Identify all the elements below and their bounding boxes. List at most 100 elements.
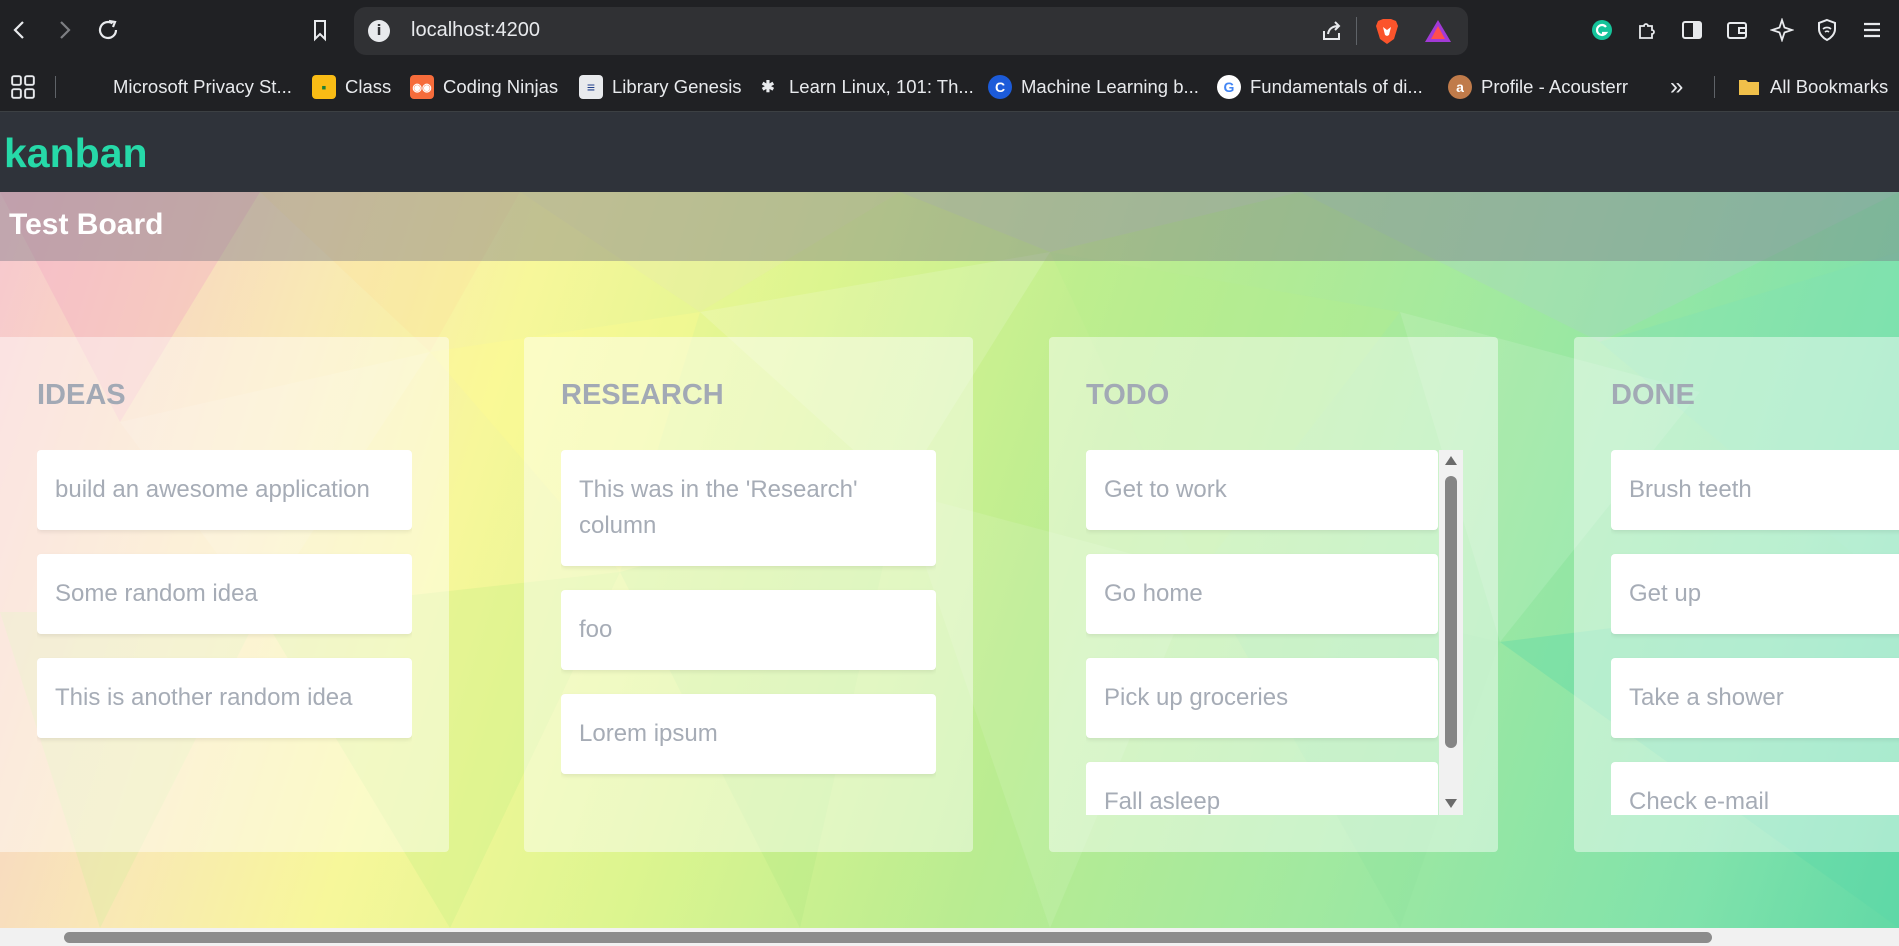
bookmark-label: Fundamentals of di... [1250,76,1423,97]
folder-icon [1737,75,1761,99]
card-text: This is another random idea [55,684,353,711]
coursera-icon: C [988,75,1012,99]
all-bookmarks-label: All Bookmarks [1770,76,1889,97]
app-logo[interactable]: kanban [4,130,148,177]
url-text[interactable]: localhost:4200 [411,19,540,42]
wallet-icon[interactable] [1719,12,1755,48]
bookmark-label: Profile - Acousterr [1481,76,1629,97]
card-text: Take a shower [1629,684,1784,711]
bookmark-machine-learning[interactable]: C Machine Learning b... [988,70,1199,104]
column-title: IDEAS [37,379,126,411]
column-ideas: IDEAS build an awesome application Some … [0,337,449,852]
bookmark-class[interactable]: ▪ Class [312,70,391,104]
card[interactable]: foo [561,590,936,670]
share-icon[interactable] [1320,19,1344,43]
column-todo: TODO Get to work Go home Pick up groceri… [1049,337,1498,852]
coding-ninjas-icon: ◉◉ [410,75,434,99]
card[interactable]: Go home [1086,554,1438,634]
bookmark-page-icon[interactable] [302,12,338,48]
card-text: build an awesome application [55,476,370,503]
horizontal-scroll-thumb[interactable] [64,932,1712,943]
card[interactable]: Get up [1611,554,1899,634]
card-text: Brush teeth [1629,476,1752,503]
card-list: This was in the 'Research' column foo Lo… [561,450,936,815]
bee-icon: ✱ [761,79,775,96]
card[interactable]: Pick up groceries [1086,658,1438,738]
card[interactable]: Get to work [1086,450,1438,530]
apps-icon[interactable] [10,70,36,104]
column-title: DONE [1611,379,1695,411]
bookmarks-overflow-button[interactable]: » [1670,70,1683,104]
microsoft-icon [80,75,104,99]
browser-chrome: i localhost:4200 Microsoft Privacy St...… [0,0,1899,112]
board-area: Test Board IDEAS build an awesome applic… [0,192,1899,928]
bookmark-label: Coding Ninjas [443,76,559,97]
board-title-bar: Test Board [0,192,1899,261]
column-research: RESEARCH This was in the 'Research' colu… [524,337,973,852]
kanban-app: kanban Test Board IDEAS build an awesome… [0,112,1899,928]
bookmark-coding-ninjas[interactable]: ◉◉ Coding Ninjas [410,70,558,104]
bookmark-library-genesis[interactable]: ≡ Library Genesis [579,70,742,104]
menu-icon[interactable] [1854,12,1890,48]
grammarly-icon[interactable] [1584,12,1620,48]
board-title: Test Board [9,208,164,241]
column-title: TODO [1086,379,1170,411]
bookmark-learn-linux[interactable]: ✱ Learn Linux, 101: Th... [756,70,974,104]
google-icon: G [1217,75,1241,99]
card-list[interactable]: Get to work Go home Pick up groceries Fa… [1086,450,1438,815]
card-text: This was in the 'Research' column [579,476,858,539]
card-text: Fall asleep [1104,788,1221,815]
card-text: Get to work [1104,476,1227,503]
card-text: Check e-mail [1629,788,1770,815]
bookmarks-bar: Microsoft Privacy St... ▪ Class ◉◉ Codin… [0,62,1899,112]
bookmark-microsoft[interactable]: Microsoft Privacy St... [80,70,292,104]
card-text: Go home [1104,580,1203,607]
card[interactable]: Check e-mail [1611,762,1899,815]
card[interactable]: Some random idea [37,554,412,634]
address-bar[interactable]: i localhost:4200 [354,7,1468,55]
bookmark-label: Class [345,76,392,97]
bookmark-acousterr[interactable]: a Profile - Acousterr [1448,70,1628,104]
card[interactable]: This was in the 'Research' column [561,450,936,566]
horizontal-scrollbar[interactable] [0,928,1899,946]
card[interactable]: Fall asleep [1086,762,1438,815]
back-icon[interactable] [2,12,38,48]
bookmarks-divider [1714,76,1715,98]
card-text: Some random idea [55,580,258,607]
address-divider [1356,17,1357,45]
reload-icon[interactable] [90,12,126,48]
todo-scrollbar[interactable] [1439,450,1463,815]
card[interactable]: Take a shower [1611,658,1899,738]
card[interactable]: This is another random idea [37,658,412,738]
scroll-down-arrow-icon[interactable] [1445,799,1457,808]
card-list[interactable]: Brush teeth Get up Take a shower Check e… [1611,450,1899,815]
card[interactable]: build an awesome application [37,450,412,530]
leo-ai-icon[interactable] [1764,12,1800,48]
column-done: DONE Brush teeth Get up Take a shower Ch… [1574,337,1899,852]
column-title: RESEARCH [561,379,724,411]
bookmark-label: Library Genesis [612,76,742,97]
card-text: Pick up groceries [1104,684,1289,711]
card-text: foo [579,616,613,643]
brave-shields-icon[interactable] [1374,17,1400,45]
acousterr-icon: a [1448,75,1472,99]
forward-icon[interactable] [46,12,82,48]
card-list: build an awesome application Some random… [37,450,412,815]
site-info-icon[interactable]: i [368,20,390,42]
extensions-icon[interactable] [1629,12,1665,48]
card[interactable]: Lorem ipsum [561,694,936,774]
bookmarks-divider [55,76,56,98]
app-header: kanban [0,112,1899,192]
scroll-up-arrow-icon[interactable] [1445,456,1457,465]
all-bookmarks-folder[interactable]: All Bookmarks [1737,70,1888,104]
bookmark-label: Learn Linux, 101: Th... [789,76,974,97]
vpn-icon[interactable] [1809,12,1845,48]
bookmark-fundamentals[interactable]: G Fundamentals of di... [1217,70,1423,104]
library-genesis-icon: ≡ [579,75,603,99]
google-classroom-icon: ▪ [312,75,336,99]
sidebar-icon[interactable] [1674,12,1710,48]
card-text: Lorem ipsum [579,720,718,747]
card[interactable]: Brush teeth [1611,450,1899,530]
brave-rewards-icon[interactable] [1424,18,1452,44]
todo-scroll-thumb[interactable] [1445,476,1457,748]
